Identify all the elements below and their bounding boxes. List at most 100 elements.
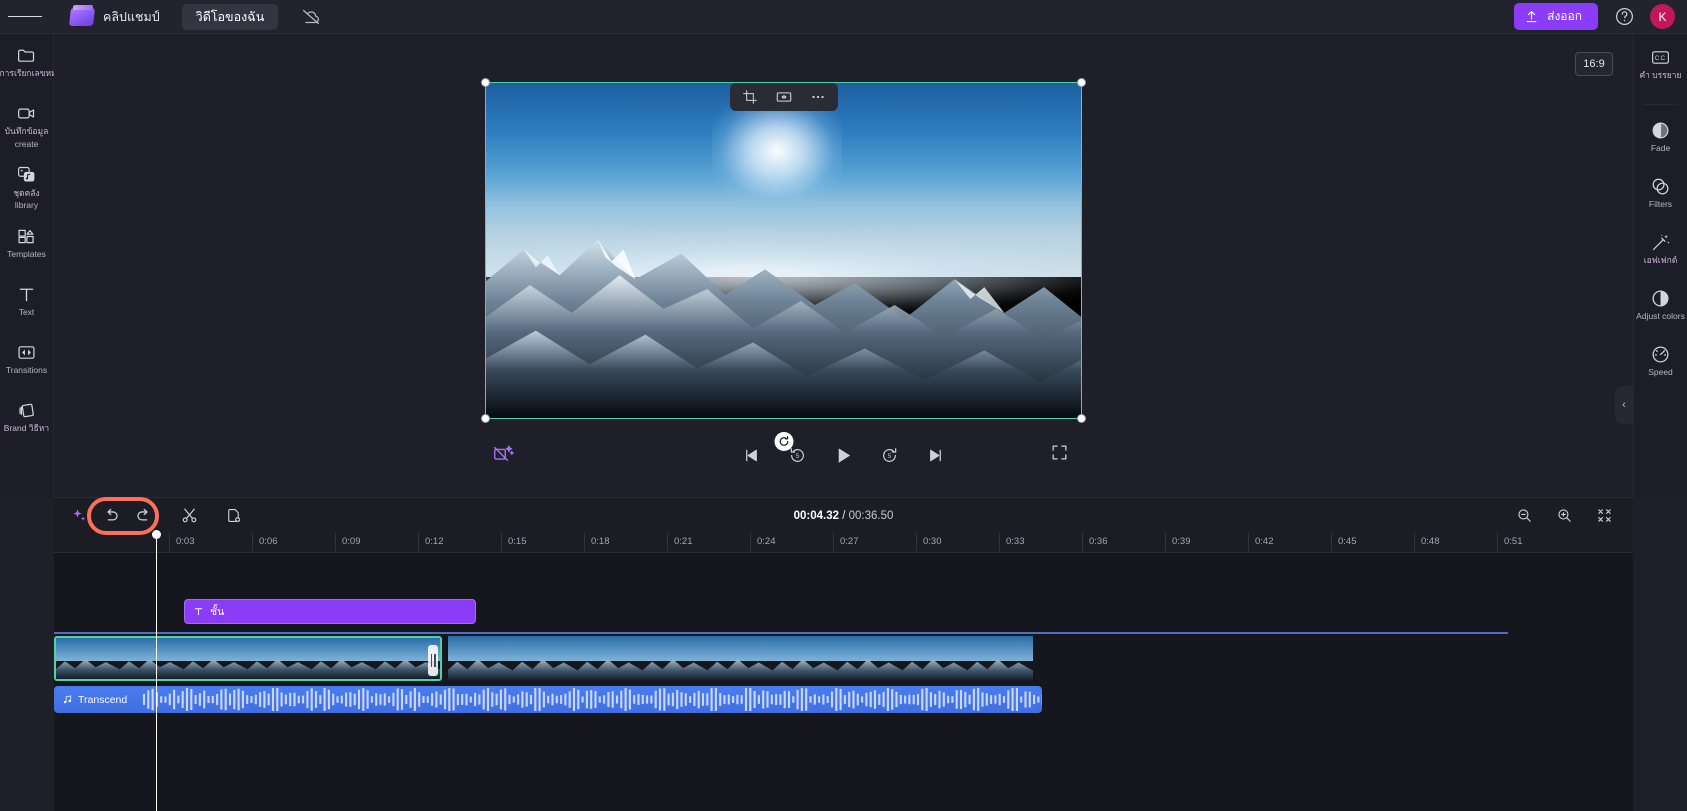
zoom-in-icon[interactable]: [1551, 503, 1577, 529]
sidebar-item-adjust-colors[interactable]: Adjust colors: [1634, 287, 1687, 331]
timeline-text-clip[interactable]: ชั้น: [184, 599, 476, 624]
video-camera-icon: [16, 102, 38, 124]
text-t-icon: [16, 283, 38, 305]
sidebar-item-text[interactable]: Text: [0, 283, 54, 327]
clip-thumbnail: [578, 636, 643, 681]
timeline-tracks: ชั้น Transcend: [54, 553, 1633, 811]
sidebar-item-templates[interactable]: Templates: [0, 225, 54, 269]
clip-thumbnail: [312, 638, 376, 679]
timeline-ruler[interactable]: 0:03 0:06 0:09 0:12 0:15 0:18 0:21 0:24 …: [54, 533, 1633, 553]
music-note-icon: [62, 694, 73, 705]
resize-handle-top-left[interactable]: [481, 78, 490, 87]
ruler-tick: 0:42: [1248, 533, 1274, 551]
ruler-tick: 0:33: [999, 533, 1025, 551]
timeline-video-track[interactable]: [54, 636, 1508, 681]
time-separator: /: [842, 509, 846, 522]
clip-thumbnail: [838, 636, 903, 681]
clip-thumbnail: [120, 638, 184, 679]
split-scissors-icon[interactable]: [176, 503, 202, 529]
zoom-out-icon[interactable]: [1511, 503, 1537, 529]
clip-thumbnail: [643, 636, 708, 681]
sidebar-label: เอฟเฟกต์: [1643, 256, 1678, 265]
resize-handle-bottom-right[interactable]: [1077, 414, 1086, 423]
playhead-knob[interactable]: [152, 530, 161, 539]
sidebar-label: Brand วิธีหา: [3, 424, 50, 434]
sidebar-label: ชุดคลัง: [13, 188, 40, 198]
skip-to-end-icon[interactable]: [924, 443, 948, 467]
hamburger-menu-icon[interactable]: [8, 0, 42, 34]
timecode-display: 00:04.32 / 00:36.50: [54, 510, 1633, 522]
sidebar-item-filters[interactable]: Filters: [1634, 175, 1687, 219]
folder-icon: [16, 44, 38, 66]
ai-sparkle-icon[interactable]: [66, 503, 92, 529]
video-clip-selected[interactable]: [54, 636, 442, 681]
logo-text: คลิปแชมป์: [103, 9, 160, 24]
help-circle-icon[interactable]: [1614, 6, 1636, 28]
upload-icon: [1524, 9, 1539, 24]
clipchamp-editor: คลิปแชมป์ วิดีโอของฉัน ส่งออก K การเรียก…: [0, 0, 1687, 811]
current-time: 00:04.32: [793, 509, 840, 522]
cloud-off-icon[interactable]: [300, 6, 322, 28]
svg-text:CC: CC: [1655, 55, 1667, 62]
sidebar-item-record-create[interactable]: บันทึกข้อมูล create: [0, 102, 54, 150]
redo-icon[interactable]: [130, 503, 156, 529]
resize-handle-bottom-left[interactable]: [481, 414, 490, 423]
avatar[interactable]: K: [1650, 4, 1675, 29]
fit-resize-icon[interactable]: [772, 86, 796, 108]
sidebar-item-transitions[interactable]: Transitions: [0, 341, 54, 385]
undo-icon[interactable]: [98, 503, 124, 529]
forward-5-icon[interactable]: 5: [878, 443, 902, 467]
top-bar-right: ส่งออก K: [1514, 3, 1687, 30]
sidebar-item-your-media[interactable]: การเรียกเลขหมายซ้ำของคุณ: [0, 44, 54, 88]
crop-icon[interactable]: [738, 86, 762, 108]
sidebar-item-library[interactable]: ชุดคลัง library: [0, 164, 54, 212]
sidebar-label: Speed: [1648, 368, 1673, 377]
fit-timeline-icon[interactable]: [1591, 503, 1617, 529]
play-icon[interactable]: [832, 443, 856, 467]
export-label: ส่งออก: [1547, 9, 1582, 23]
preview-area: 16:9 5 5: [54, 34, 1633, 529]
sidebar-label: Filters: [1648, 200, 1673, 209]
left-sidebar: การเรียกเลขหมายซ้ำของคุณ บันทึกข้อมูล cr…: [0, 34, 54, 497]
sidebar-item-fade[interactable]: Fade: [1634, 119, 1687, 163]
sidebar-item-speed[interactable]: Speed: [1634, 343, 1687, 387]
resize-handle-top-right[interactable]: [1077, 78, 1086, 87]
sun-glow: [712, 96, 843, 207]
skip-to-start-icon[interactable]: [740, 443, 764, 467]
clip-trim-handle[interactable]: [428, 645, 438, 676]
timeline-playhead[interactable]: [152, 530, 161, 811]
rewind-5-icon[interactable]: 5: [786, 443, 810, 467]
export-button[interactable]: ส่งออก: [1514, 3, 1598, 30]
closed-caption-icon: CC: [1650, 46, 1672, 68]
ruler-tick: 0:12: [418, 533, 444, 551]
mountain-silhouette: [486, 239, 1081, 418]
audio-waveform: [142, 688, 1042, 711]
adjust-colors-icon: [1650, 287, 1672, 309]
sidebar-item-brand-kit[interactable]: Brand วิธีหา: [0, 399, 54, 443]
preview-stage-selection[interactable]: [481, 78, 1086, 451]
clip-thumbnail: [968, 636, 1033, 681]
top-bar: คลิปแชมป์ วิดีโอของฉัน ส่งออก K: [0, 0, 1687, 34]
ruler-tick: 0:03: [169, 533, 195, 551]
brand-kit-icon: [16, 399, 38, 421]
project-tab[interactable]: วิดีโอของฉัน: [181, 3, 279, 30]
svg-text:5: 5: [796, 453, 800, 460]
effects-wand-icon: [1650, 231, 1672, 253]
ruler-tick: 0:45: [1331, 533, 1357, 551]
fade-circle-icon: [1650, 119, 1672, 141]
sidebar-item-effects[interactable]: เอฟเฟกต์: [1634, 231, 1687, 275]
aspect-ratio-chip[interactable]: 16:9: [1575, 52, 1613, 76]
timeline-audio-clip[interactable]: Transcend: [54, 686, 1042, 713]
audio-clip-label: Transcend: [78, 693, 128, 706]
fullscreen-icon[interactable]: [1050, 443, 1074, 467]
rail-divider: [1643, 104, 1678, 105]
templates-grid-icon: [16, 225, 38, 247]
sidebar-label: Fade: [1650, 144, 1671, 153]
sidebar-label: คำ บรรยาย: [1639, 71, 1682, 80]
preview-video-frame: [486, 83, 1081, 418]
more-horizontal-icon[interactable]: [806, 86, 830, 108]
video-clip[interactable]: [448, 636, 1044, 681]
duplicate-icon[interactable]: [220, 503, 246, 529]
right-rail-collapse-button[interactable]: ‹: [1615, 386, 1633, 424]
sidebar-item-captions[interactable]: CC คำ บรรยาย: [1634, 46, 1687, 90]
